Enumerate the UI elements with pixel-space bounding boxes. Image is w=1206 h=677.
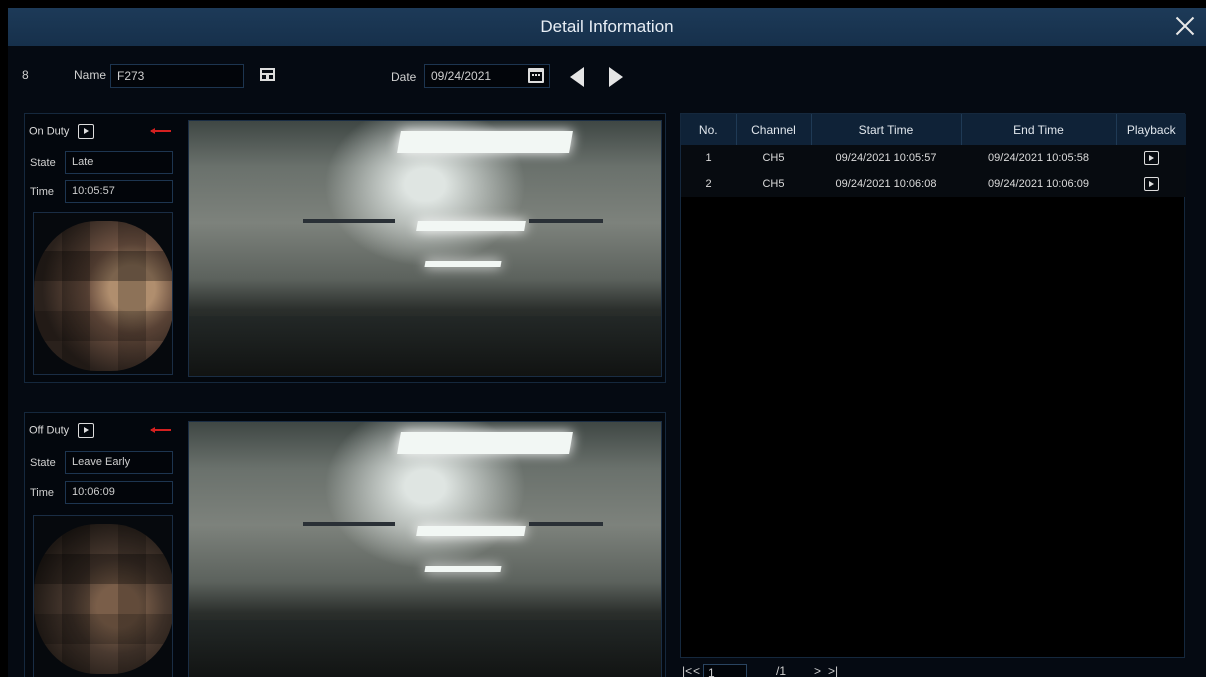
title-bar: Detail Information xyxy=(8,8,1206,46)
table-row[interactable]: 1 CH5 09/24/2021 10:05:57 09/24/2021 10:… xyxy=(681,145,1186,171)
col-playback: Playback xyxy=(1116,114,1186,145)
arrow-left-icon xyxy=(150,427,171,433)
record-index: 8 xyxy=(22,68,29,82)
time-field: 10:05:57 xyxy=(65,180,173,203)
col-end-time: End Time xyxy=(961,114,1117,145)
scene-snapshot xyxy=(188,421,662,677)
play-icon[interactable] xyxy=(78,423,95,438)
on-duty-info: On Duty State Late Time 10:05:57 xyxy=(25,114,185,382)
page-total: /1 xyxy=(776,664,787,677)
play-icon[interactable] xyxy=(1143,177,1159,191)
cell-end-time: 09/24/2021 10:05:58 xyxy=(988,152,1089,164)
date-value: 09/24/2021 xyxy=(431,69,492,83)
time-label: Time xyxy=(30,186,55,198)
face-capture xyxy=(33,212,173,375)
detail-dialog-body: 8 Name F273 Date 09/24/2021 On Duty Stat… xyxy=(8,46,1206,677)
ceiling-light xyxy=(397,131,573,153)
cell-start-time: 09/24/2021 10:06:08 xyxy=(835,178,937,190)
col-start-time: Start Time xyxy=(811,114,962,145)
next-page-button[interactable]: > xyxy=(814,664,821,677)
face-capture xyxy=(33,515,173,677)
ceiling-light xyxy=(424,566,502,572)
cell-playback xyxy=(1116,171,1186,197)
col-channel: Channel xyxy=(736,114,812,145)
face-image xyxy=(34,221,172,371)
name-label: Name xyxy=(74,68,107,82)
on-duty-panel: On Duty State Late Time 10:05:57 xyxy=(24,113,666,383)
pagination: |< < 1 /1 > >| xyxy=(680,661,980,677)
on-duty-title: On Duty xyxy=(29,125,70,138)
arrow-left-icon xyxy=(150,128,171,134)
window-title: Detail Information xyxy=(540,17,674,36)
last-page-button[interactable]: >| xyxy=(828,664,838,677)
table-header-row: No. Channel Start Time End Time Playback xyxy=(681,114,1186,145)
calendar-icon[interactable] xyxy=(528,68,544,83)
record-icon[interactable] xyxy=(260,68,275,81)
on-duty-header: On Duty xyxy=(29,124,95,139)
cell-end-time: 09/24/2021 10:06:09 xyxy=(988,178,1089,190)
ceiling-light xyxy=(397,432,573,454)
play-icon[interactable] xyxy=(1143,151,1159,165)
time-field: 10:06:09 xyxy=(65,481,173,504)
prev-arrow-icon[interactable] xyxy=(570,67,584,87)
cell-channel: CH5 xyxy=(762,178,785,190)
prev-page-button[interactable]: < xyxy=(693,664,700,677)
ceiling-strip xyxy=(529,219,603,223)
records-table-panel: No. Channel Start Time End Time Playback… xyxy=(680,113,1186,658)
col-no: No. xyxy=(681,114,737,145)
scene-snapshot xyxy=(188,120,662,377)
ceiling-light xyxy=(416,221,526,231)
ceiling-light xyxy=(424,261,502,267)
name-field[interactable]: F273 xyxy=(110,64,244,88)
records-table: No. Channel Start Time End Time Playback… xyxy=(681,114,1186,197)
page-input[interactable]: 1 xyxy=(703,664,747,677)
off-duty-info: Off Duty State Leave Early Time 10:06:09 xyxy=(25,413,185,677)
state-field: Leave Early xyxy=(65,451,173,474)
off-duty-header: Off Duty xyxy=(29,423,95,438)
ceiling-light xyxy=(416,526,526,536)
face-image xyxy=(34,524,172,674)
next-arrow-icon[interactable] xyxy=(609,67,623,87)
ceiling-strip xyxy=(303,522,395,526)
filter-bar: 8 Name F273 Date 09/24/2021 xyxy=(8,46,1206,104)
cell-start-time: 09/24/2021 10:05:57 xyxy=(835,152,937,164)
table-row[interactable]: 2 CH5 09/24/2021 10:06:08 09/24/2021 10:… xyxy=(681,171,1186,197)
time-label: Time xyxy=(30,487,55,499)
first-page-button[interactable]: |< xyxy=(682,664,692,677)
date-label: Date xyxy=(391,70,417,84)
close-icon[interactable] xyxy=(1170,11,1200,41)
cell-playback xyxy=(1116,145,1186,171)
ceiling-strip xyxy=(303,219,395,223)
ceiling-strip xyxy=(529,522,603,526)
play-icon[interactable] xyxy=(78,124,95,139)
cell-no: 1 xyxy=(705,152,712,164)
cell-channel: CH5 xyxy=(762,152,785,164)
office-floor xyxy=(189,620,661,677)
cell-no: 2 xyxy=(705,178,712,190)
state-label: State xyxy=(30,157,56,169)
office-floor xyxy=(189,316,661,376)
state-field: Late xyxy=(65,151,173,174)
off-duty-title: Off Duty xyxy=(29,424,70,437)
off-duty-panel: Off Duty State Leave Early Time 10:06:09 xyxy=(24,412,666,677)
state-label: State xyxy=(30,457,56,469)
